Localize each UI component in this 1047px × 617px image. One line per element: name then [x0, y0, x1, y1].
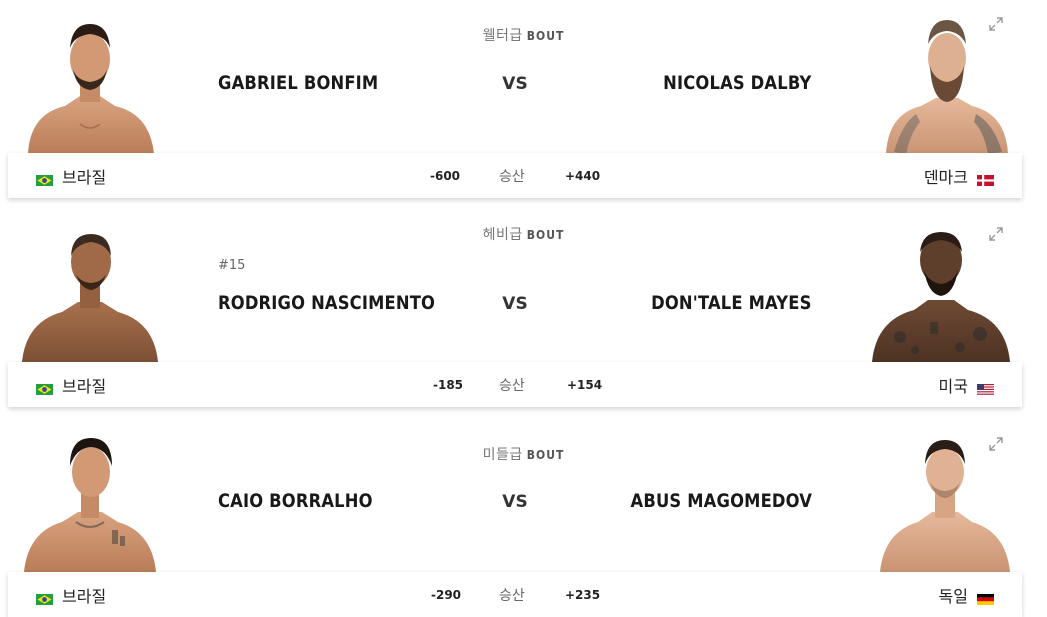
blue-fighter-odds: +235 [565, 588, 601, 602]
usa-flag-icon [977, 380, 994, 395]
blue-fighter-name[interactable]: DON'TALE MAYES [652, 292, 812, 314]
expand-icon[interactable] [988, 226, 1004, 242]
result-label: 승산 [499, 169, 525, 185]
blue-fighter-country: 덴마크 [923, 168, 968, 187]
odds-bar: 브라질 -290 승산 +235 독일 [8, 572, 1022, 617]
bout-word: BOUT [526, 29, 565, 43]
germany-flag-icon [977, 590, 994, 605]
blue-fighter-odds: +440 [565, 169, 601, 183]
result-label: 승산 [499, 378, 525, 394]
result-label: 승산 [499, 588, 525, 604]
blue-fighter-country: 독일 [938, 587, 968, 606]
weight-class: 헤비급 [482, 227, 523, 243]
expand-icon[interactable] [988, 436, 1004, 452]
odds-bar: 브라질 -600 승산 +440 덴마크 [8, 153, 1022, 198]
blue-fighter-photo[interactable] [870, 222, 1010, 362]
blue-fighter-odds: +154 [567, 378, 603, 392]
red-fighter-country: 브라질 [62, 168, 107, 187]
red-fighter-photo[interactable] [20, 222, 160, 362]
blue-fighter-name[interactable]: NICOLAS DALBY [664, 72, 812, 94]
bout-word: BOUT [526, 228, 565, 242]
brazil-flag-icon [36, 171, 53, 186]
red-fighter-country: 브라질 [62, 377, 107, 396]
blue-fighter-photo[interactable] [874, 432, 1014, 572]
weight-class: 미들급 [482, 447, 523, 463]
weight-class: 웰터급 [482, 28, 523, 44]
odds-bar: 브라질 -185 승산 +154 미국 [8, 362, 1022, 407]
blue-fighter-country: 미국 [938, 377, 968, 396]
brazil-flag-icon [36, 380, 53, 395]
blue-fighter-photo[interactable] [876, 14, 1016, 154]
red-fighter-odds: -185 [433, 378, 464, 392]
bout-word: BOUT [526, 448, 565, 462]
red-fighter-country: 브라질 [62, 587, 107, 606]
red-fighter-odds: -600 [430, 169, 461, 183]
denmark-flag-icon [977, 171, 994, 186]
expand-icon[interactable] [988, 16, 1004, 32]
fighter-rank: #15 [218, 258, 246, 273]
blue-fighter-name[interactable]: ABUS MAGOMEDOV [630, 490, 812, 512]
red-fighter-odds: -290 [431, 588, 462, 602]
brazil-flag-icon [36, 590, 53, 605]
